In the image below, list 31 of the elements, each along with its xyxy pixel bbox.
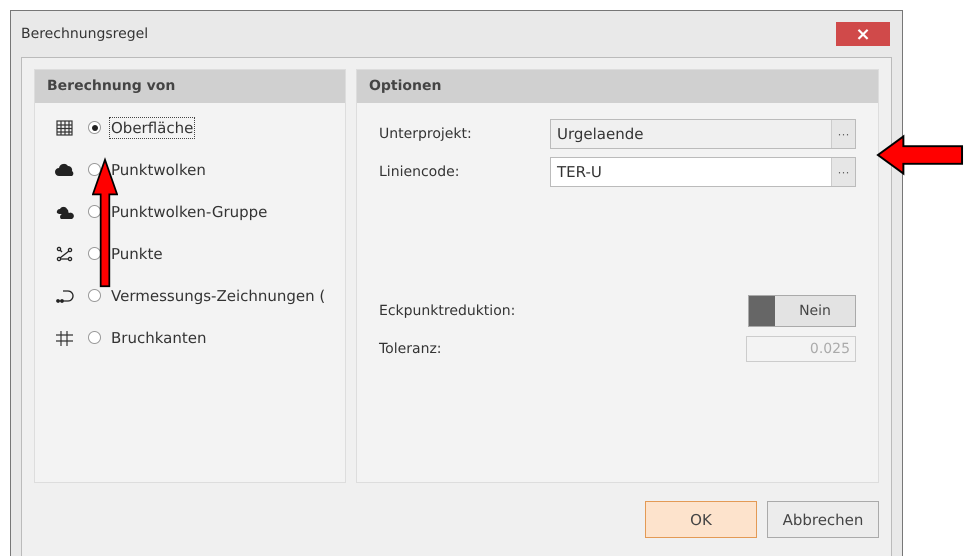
field-label: Unterprojekt:	[379, 126, 472, 142]
points-icon	[55, 246, 75, 262]
field-label: Liniencode:	[379, 164, 460, 180]
radio-button[interactable]	[88, 163, 101, 176]
path-icon	[55, 288, 75, 304]
radio-label[interactable]: Vermessungs-Zeichnungen (	[110, 286, 326, 306]
panel-header: Optionen	[357, 70, 878, 103]
cancel-button[interactable]: Abbrechen	[767, 501, 879, 538]
toggle-switch[interactable]: Nein	[748, 295, 856, 327]
radio-label[interactable]: Punktwolken	[110, 160, 207, 180]
radio-label[interactable]: Punkte	[110, 244, 164, 264]
radio-label[interactable]: Bruchkanten	[110, 328, 208, 348]
field-label: Eckpunktreduktion:	[379, 303, 516, 319]
arrow-icon	[876, 133, 964, 177]
radio-button[interactable]	[88, 331, 101, 344]
radio-button[interactable]	[88, 205, 101, 218]
radio-button[interactable]	[88, 121, 101, 134]
text-field[interactable]: TER-U ···	[550, 157, 856, 187]
close-button[interactable]: ×	[836, 22, 890, 46]
radio-label[interactable]: Punktwolken-Gruppe	[110, 202, 268, 222]
panel-header: Berechnung von	[35, 70, 345, 103]
radio-label[interactable]: Oberfläche	[110, 118, 194, 138]
ok-button[interactable]: OK	[645, 501, 757, 538]
field-label: Toleranz:	[379, 341, 442, 357]
radio-button[interactable]	[88, 289, 101, 302]
grid-icon	[55, 120, 75, 136]
grid-lines-icon	[55, 330, 75, 346]
browse-button[interactable]: ···	[831, 158, 855, 186]
radio-button[interactable]	[88, 247, 101, 260]
window-title: Berechnungsregel	[21, 26, 148, 42]
cloud-icon	[55, 162, 75, 178]
